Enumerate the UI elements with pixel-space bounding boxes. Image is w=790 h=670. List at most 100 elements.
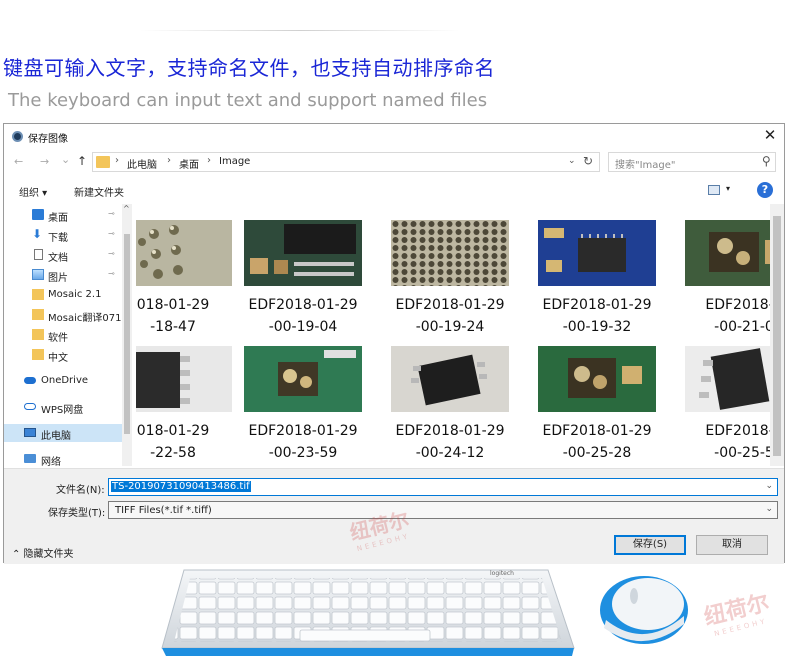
network-icon: [24, 454, 36, 463]
dialog-title: 保存图像: [28, 134, 68, 145]
sidebar-item-label: 桌面: [48, 213, 68, 224]
keyboard-brand-label: logitech: [490, 570, 514, 577]
file-view-scrollbar[interactable]: [770, 204, 784, 466]
sidebar-item-onedrive[interactable]: OneDrive: [4, 372, 122, 390]
file-thumbnail: [136, 220, 232, 286]
navigation-pane: 桌面 ⊸ ⬇ 下载 ⊸ 文档 ⊸ 图片 ⊸ Mosaic 2.1 Mosaic翻…: [4, 204, 132, 466]
sidebar-item-label: 中文: [48, 353, 68, 364]
view-dropdown-icon[interactable]: ▾: [726, 184, 730, 193]
view-options-icon[interactable]: [708, 185, 720, 195]
file-thumbnail: [136, 346, 232, 412]
sidebar-item-label: 软件: [48, 333, 68, 344]
file-tile[interactable]: EDF2018-0-00-21-0: [685, 204, 770, 335]
filetype-value: TIFF Files(*.tif *.tiff): [115, 505, 212, 516]
download-icon: ⬇: [32, 227, 43, 241]
breadcrumb-desktop[interactable]: 桌面: [179, 156, 199, 171]
command-toolbar: 组织 ▾ 新建文件夹 ▾ ?: [4, 178, 784, 202]
sidebar-item-label: 网络: [41, 457, 61, 466]
pin-icon[interactable]: ⊸: [108, 249, 115, 258]
sidebar-item-mosaic[interactable]: Mosaic 2.1: [4, 286, 122, 304]
document-icon: [34, 249, 43, 260]
sidebar-item-mosaic-translation[interactable]: Mosaic翻译071: [4, 306, 122, 324]
sidebar-item-network[interactable]: 网络: [4, 450, 122, 466]
mouse-photo: [600, 576, 688, 644]
pin-icon[interactable]: ⊸: [108, 229, 115, 238]
organize-button[interactable]: 组织 ▾: [19, 184, 47, 199]
save-image-dialog: 保存图像 ✕ ← → ⌄ ↑ › 此电脑 › 桌面 › Image ⌄ ↻ 搜索…: [3, 123, 785, 564]
chevron-down-icon[interactable]: ⌄: [765, 481, 773, 491]
new-folder-button[interactable]: 新建文件夹: [74, 184, 124, 199]
folder-icon: [32, 309, 44, 320]
file-thumbnail: [538, 346, 656, 412]
chevron-down-icon[interactable]: ⌄: [568, 156, 576, 166]
scrollbar-thumb[interactable]: [773, 216, 781, 456]
recent-locations-icon[interactable]: ⌄: [61, 153, 70, 166]
headline-chinese: 键盘可输入文字，支持命名文件，也支持自动排序命名: [3, 56, 495, 80]
title-bar: 保存图像 ✕: [4, 124, 784, 148]
sidebar-item-this-pc[interactable]: 此电脑: [4, 424, 122, 442]
sidebar-item-label: WPS网盘: [41, 405, 84, 416]
sidebar-item-desktop[interactable]: 桌面 ⊸: [4, 206, 122, 224]
scroll-up-icon[interactable]: ^: [123, 204, 130, 213]
sidebar-item-documents[interactable]: 文档 ⊸: [4, 246, 122, 264]
close-button[interactable]: ✕: [762, 126, 778, 144]
sidebar-item-label: Mosaic翻译071: [48, 313, 122, 324]
brand-watermark: 纽荷尔 NEEEOHY: [701, 590, 772, 639]
file-thumbnail: [244, 220, 362, 286]
file-view: 018-01-29-18-47 EDF2018-01-29-00-19-04: [136, 204, 770, 466]
cancel-button[interactable]: 取消: [696, 535, 768, 555]
pin-icon[interactable]: ⊸: [108, 269, 115, 278]
search-icon: ⚲: [762, 154, 771, 168]
sidebar-item-chinese[interactable]: 中文: [4, 346, 122, 364]
computer-icon: [24, 428, 36, 437]
breadcrumb-separator: ›: [167, 155, 171, 166]
sidebar-item-label: 此电脑: [41, 431, 71, 442]
app-logo-icon: [12, 131, 23, 142]
navigation-bar: ← → ⌄ ↑ › 此电脑 › 桌面 › Image ⌄ ↻ 搜索"Image"…: [4, 150, 784, 174]
folder-icon: [32, 329, 44, 340]
breadcrumb-this-pc[interactable]: 此电脑: [127, 156, 157, 171]
save-button[interactable]: 保存(S): [614, 535, 686, 555]
up-arrow-icon[interactable]: ↑: [77, 154, 87, 168]
filetype-label: 保存类型(T):: [48, 508, 106, 519]
sidebar-item-software[interactable]: 软件: [4, 326, 122, 344]
forward-arrow-icon[interactable]: →: [40, 155, 49, 168]
picture-icon: [32, 269, 44, 280]
sidebar-scrollbar[interactable]: ^: [122, 204, 132, 466]
sidebar-item-pictures[interactable]: 图片 ⊸: [4, 266, 122, 284]
sidebar-item-label: 文档: [48, 253, 68, 264]
scrollbar-thumb[interactable]: [124, 234, 130, 434]
file-thumbnail: [391, 346, 509, 412]
search-placeholder: 搜索"Image": [615, 160, 676, 171]
file-thumbnail: [538, 220, 656, 286]
address-bar[interactable]: › 此电脑 › 桌面 › Image ⌄ ↻: [92, 152, 600, 172]
chevron-down-icon[interactable]: ⌄: [765, 504, 773, 514]
sidebar-item-downloads[interactable]: ⬇ 下载 ⊸: [4, 226, 122, 244]
filename-input[interactable]: TS-20190731090413486.tif ⌄: [108, 478, 778, 496]
cloud-icon: [24, 377, 36, 384]
sidebar-item-wps-drive[interactable]: WPS网盘: [4, 398, 122, 416]
file-thumbnail: [244, 346, 362, 412]
pin-icon[interactable]: ⊸: [108, 209, 115, 218]
file-thumbnail: [685, 346, 770, 412]
file-thumbnail: [685, 220, 770, 286]
file-thumbnail: [391, 220, 509, 286]
folder-icon: [32, 349, 44, 360]
breadcrumb-image[interactable]: Image: [219, 156, 250, 167]
filetype-select[interactable]: TIFF Files(*.tif *.tiff) ⌄: [108, 501, 778, 519]
desktop-icon: [32, 209, 44, 220]
top-divider: [140, 30, 460, 31]
file-tile[interactable]: EDF2018-0-00-25-5: [685, 330, 770, 461]
keyboard-photo: logitech: [161, 569, 575, 656]
refresh-icon[interactable]: ↻: [583, 154, 593, 168]
cloud-icon: [24, 403, 36, 410]
search-input[interactable]: 搜索"Image" ⚲: [608, 152, 776, 172]
hide-folders-toggle[interactable]: ⌃ 隐藏文件夹: [12, 545, 74, 560]
sidebar-item-label: OneDrive: [41, 375, 89, 386]
folder-icon: [32, 289, 44, 300]
headline-english: The keyboard can input text and support …: [8, 90, 488, 111]
breadcrumb-separator: ›: [115, 155, 119, 166]
back-arrow-icon[interactable]: ←: [14, 155, 23, 168]
file-name: EDF2018-0-00-25-5: [705, 423, 770, 461]
help-icon[interactable]: ?: [757, 182, 773, 198]
